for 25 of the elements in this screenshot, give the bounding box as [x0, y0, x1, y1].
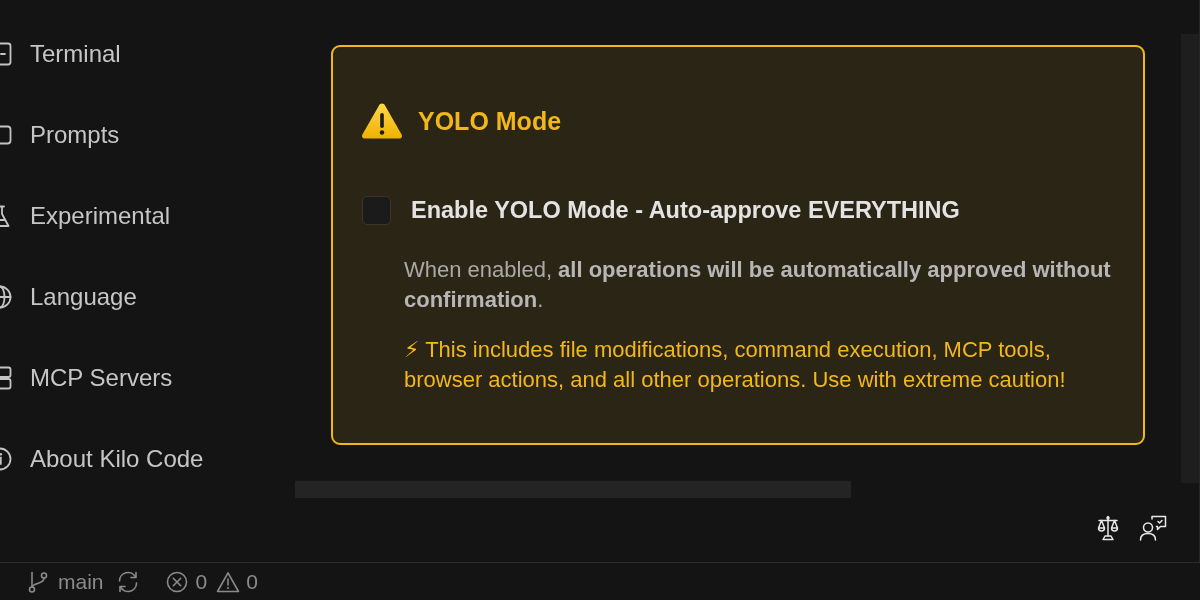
globe-icon [0, 285, 12, 309]
checkbox[interactable] [362, 196, 391, 225]
terminal-icon [0, 42, 12, 66]
description-text: When enabled, all operations will be automatically approved without confirmation. [404, 256, 1112, 314]
sidebar-item[interactable]: Prompts [0, 117, 120, 153]
flask-icon [0, 204, 12, 228]
warning-icon [216, 570, 241, 593]
checkbox-label: Enable YOLO Mode - Auto-approve EVERYTHING [411, 197, 960, 224]
warning-text: ⚡ This includes file modifications, command execution, MCP tools, browser actions, and all other operations. Use with extreme caution! [404, 336, 1067, 394]
balance-scale-icon[interactable] [1097, 515, 1119, 541]
warning-count: 0 [246, 569, 258, 594]
sidebar-item[interactable]: Language [0, 279, 137, 315]
info-icon [0, 447, 12, 471]
sidebar-item[interactable]: MCP Servers [0, 360, 173, 396]
error-icon [165, 570, 188, 593]
server-icon [0, 366, 12, 390]
person-chat-icon[interactable] [1139, 515, 1167, 541]
panel-title: YOLO Mode [418, 106, 562, 136]
sidebar-item[interactable]: Terminal [0, 36, 121, 72]
error-count: 0 [195, 569, 208, 594]
branch-button[interactable]: main [28, 569, 104, 594]
warning-icon [361, 102, 403, 140]
sidebar-item[interactable]: Experimental [0, 198, 171, 234]
branch-icon [28, 570, 48, 593]
sidebar-item[interactable]: About Kilo Code [0, 441, 204, 477]
